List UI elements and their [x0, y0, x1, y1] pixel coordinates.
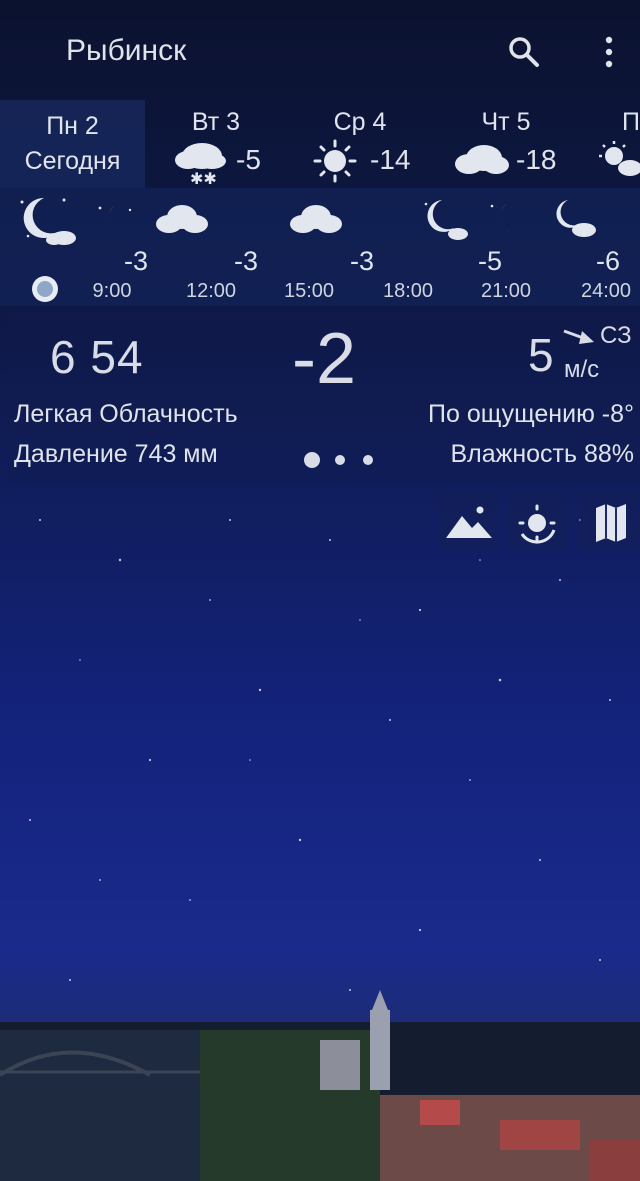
landscape-icon [446, 506, 492, 538]
wind-speed: 5 [528, 329, 554, 381]
hourly-time: 24:00 [580, 280, 632, 302]
hourly-forecast[interactable]: -3 -3 -3 -5 -6 9:00 12:00 15:00 18:00 21… [0, 188, 640, 306]
page-indicator[interactable] [300, 450, 380, 470]
daily-forecast: Пн 2 Сегодня Вт 3 ✱✱ -5 Ср 4 -14 Чт 5 -1… [0, 100, 640, 188]
day-wed[interactable]: Ср 4 -14 [312, 100, 442, 188]
day-fri[interactable]: П [596, 100, 640, 188]
day-today[interactable]: Пн 2 Сегодня [0, 100, 145, 188]
sun-rotate-button[interactable] [508, 494, 566, 552]
day-tue[interactable]: Вт 3 ✱✱ -5 [170, 100, 290, 188]
day-name: П [622, 108, 640, 136]
day-thu[interactable]: Чт 5 -18 [454, 100, 584, 188]
hourly-time: 21:00 [480, 280, 532, 302]
cloud-icon [455, 145, 509, 174]
hourly-temp: -3 [123, 246, 148, 276]
sun-cloud-icon [599, 141, 640, 176]
day-name: Чт 5 [481, 108, 531, 136]
hourly-time: 12:00 [185, 280, 237, 302]
current-time-indicator [32, 276, 58, 302]
day-name: Вт 3 [191, 108, 241, 136]
wind-direction-arrow-icon [563, 329, 594, 344]
hourly-temp: -5 [477, 246, 502, 276]
moon-icon [98, 204, 132, 236]
day-today-label: Сегодня [24, 147, 121, 175]
hourly-time: 9:00 [92, 280, 132, 302]
weather-description: Легкая Облачность [14, 400, 238, 428]
app-bar: Рыбинск [0, 0, 640, 100]
day-temp: -14 [370, 144, 411, 175]
hourly-temp: -3 [233, 246, 258, 276]
more-vert-icon[interactable] [594, 34, 624, 70]
landscape-button[interactable] [440, 494, 498, 552]
wind-unit: м/с [564, 356, 600, 383]
day-name: Пн 2 [46, 112, 99, 140]
humidity: Влажность 88% [450, 440, 634, 468]
day-name: Ср 4 [333, 108, 387, 136]
sun-icon [313, 139, 357, 183]
map-icon [596, 504, 626, 542]
cloud-icon [156, 205, 208, 233]
moon-cloud-icon [556, 200, 596, 237]
current-time: 6 54 [50, 331, 144, 383]
snow-cloud-icon: ✱✱ [175, 143, 226, 186]
hourly-time: 15:00 [283, 280, 335, 302]
wind-direction: СЗ [600, 322, 632, 349]
hourly-time: 18:00 [382, 280, 434, 302]
svg-text:✱✱: ✱✱ [190, 169, 217, 186]
map-button[interactable] [580, 494, 640, 552]
moon-cloud-icon [20, 197, 76, 245]
moon-icon [490, 202, 522, 234]
pressure: Давление 743 мм [14, 440, 218, 468]
hourly-temp: -6 [595, 246, 620, 276]
feels-like: По ощущению -8° [428, 400, 634, 428]
day-temp: -18 [516, 144, 557, 175]
moon-cloud-icon [424, 200, 468, 240]
sun-rotate-icon [518, 504, 556, 544]
city-title[interactable]: Рыбинск [66, 34, 186, 68]
day-temp: -5 [236, 144, 261, 175]
cloud-icon [290, 205, 342, 233]
search-icon[interactable] [506, 34, 542, 70]
hourly-temp: -3 [349, 246, 374, 276]
current-temperature: -2 [292, 319, 357, 399]
